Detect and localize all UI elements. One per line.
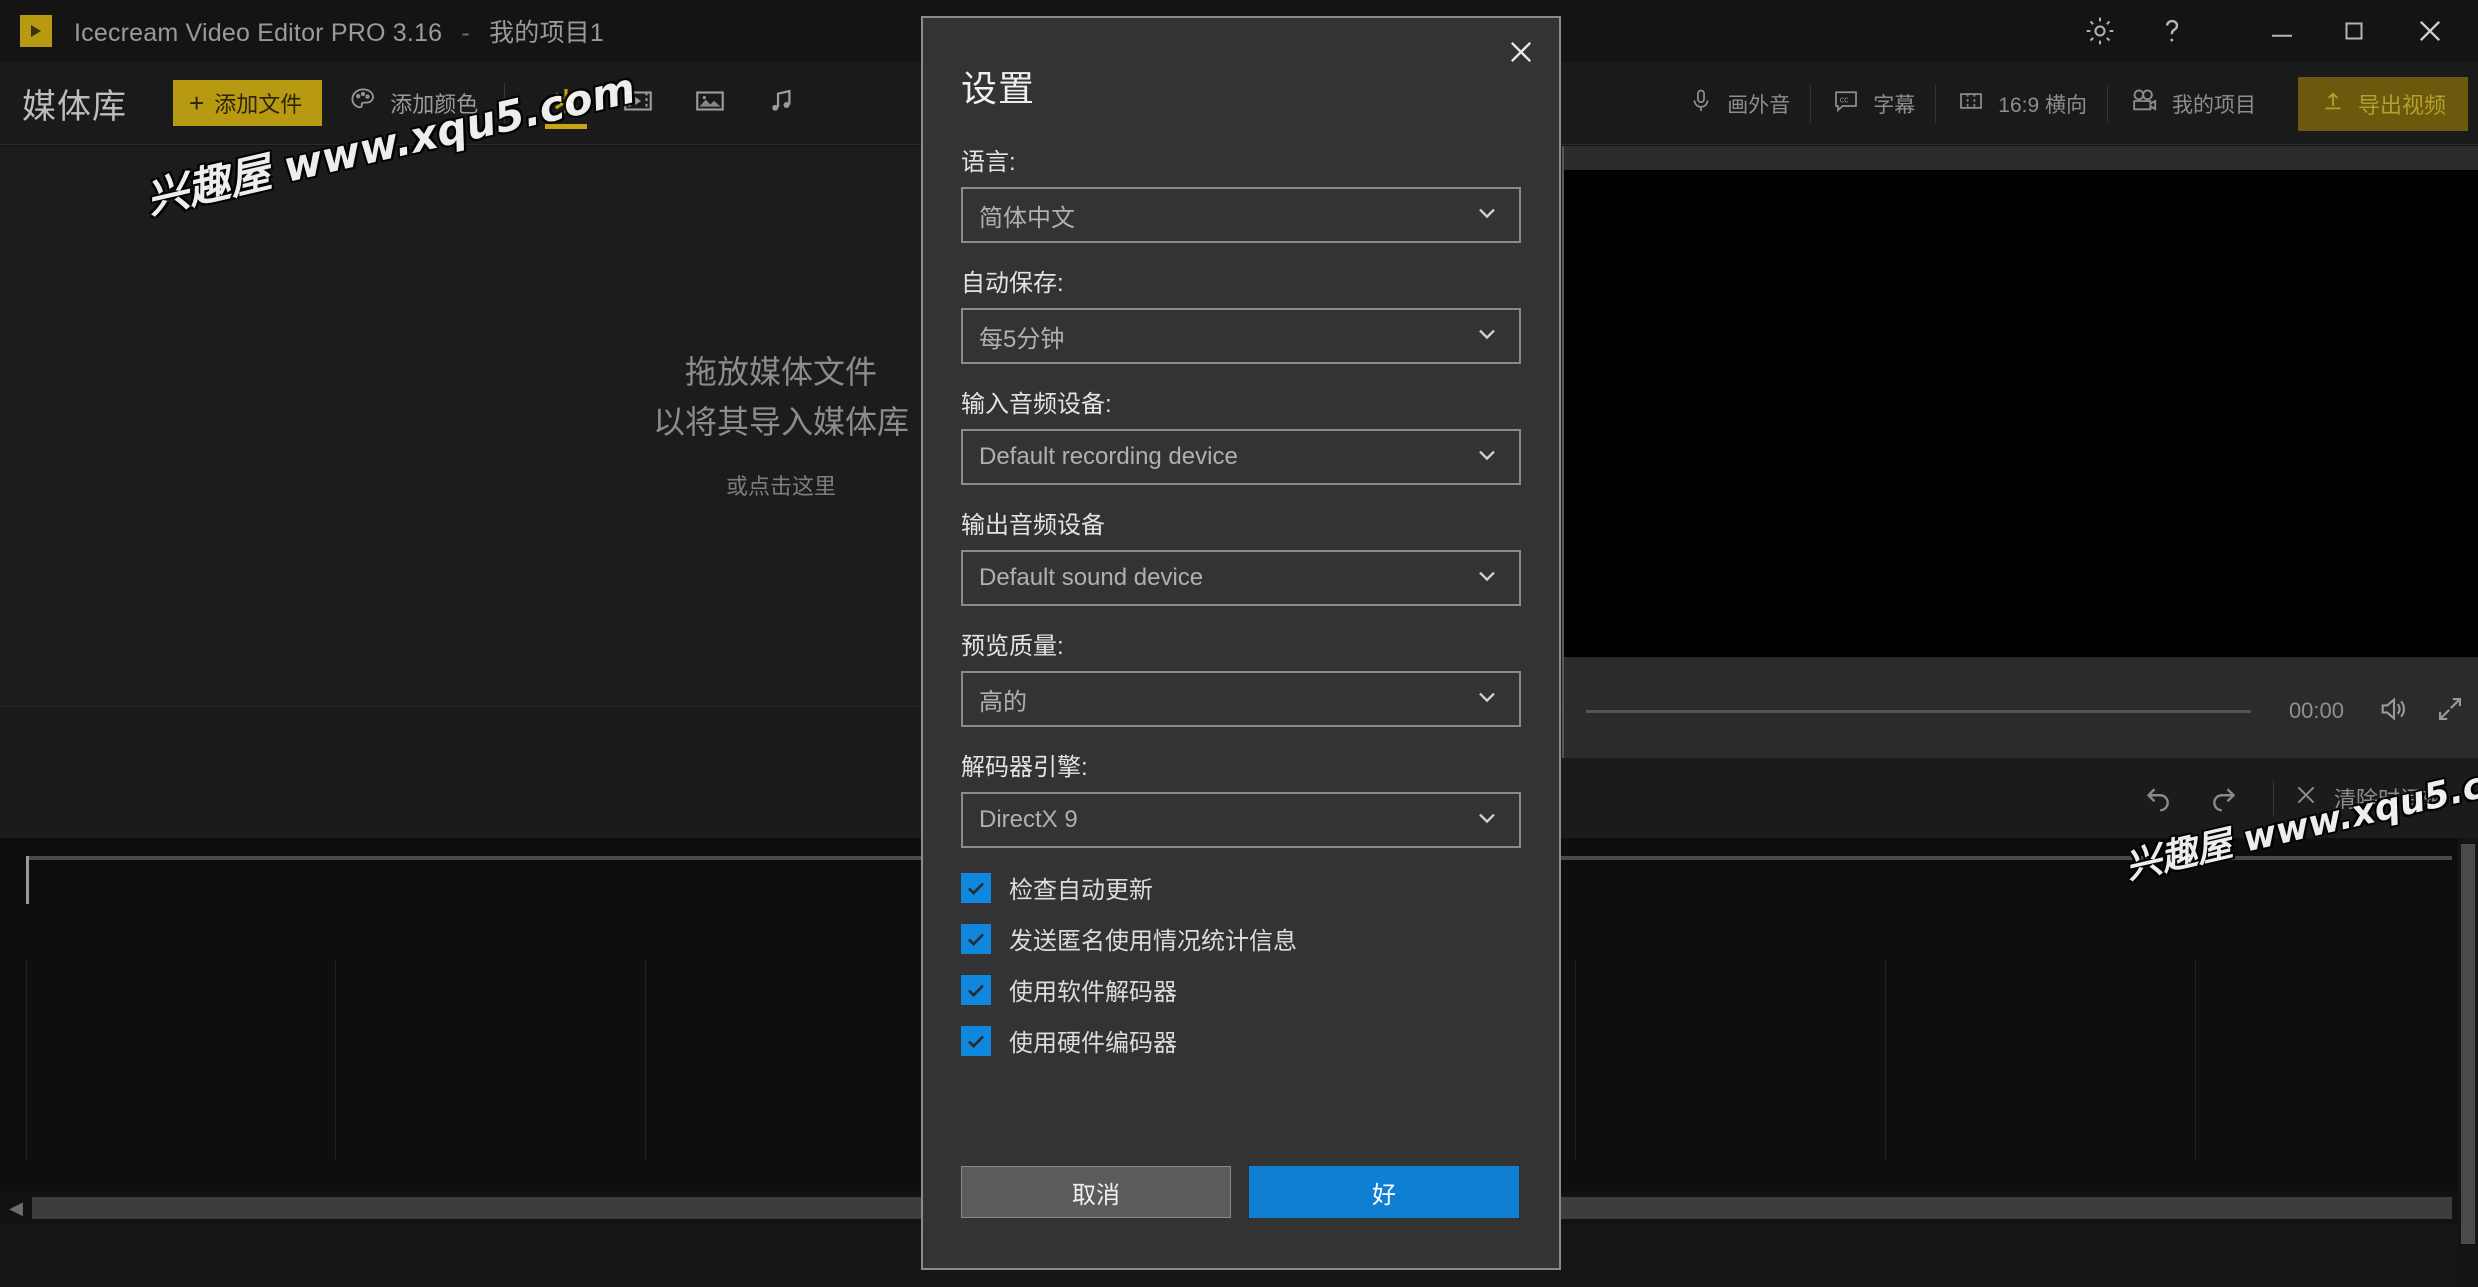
ok-button[interactable]: 好 <box>1249 1166 1519 1218</box>
settings-dialog: 设置 语言: 简体中文 自动保存: 每5分钟 输入音频设备: Default r… <box>921 16 1561 1270</box>
field-decoder-engine: 解码器引擎: DirectX 9 <box>961 747 1521 848</box>
chevron-down-icon <box>1473 562 1501 595</box>
checkbox-label: 检查自动更新 <box>1009 877 1153 904</box>
checkbox-label: 使用软件解码器 <box>1009 979 1177 1006</box>
decoder-engine-value: DirectX 9 <box>979 806 1078 833</box>
language-select[interactable]: 简体中文 <box>961 187 1521 243</box>
preview-quality-value: 高的 <box>979 688 1027 716</box>
dialog-footer: 取消 好 <box>923 1166 1559 1268</box>
autosave-select[interactable]: 每5分钟 <box>961 308 1521 364</box>
checkmark-icon <box>961 974 991 1005</box>
checkbox-check-auto-updates[interactable]: 检查自动更新 <box>961 870 1521 905</box>
language-value: 简体中文 <box>979 204 1075 232</box>
checkmark-icon <box>961 872 991 903</box>
output-audio-device-select[interactable]: Default sound device <box>961 550 1521 606</box>
output-audio-device-label: 输出音频设备 <box>961 512 1105 539</box>
checkmark-icon <box>961 1025 991 1056</box>
checkbox-use-hardware-encoder[interactable]: 使用硬件编码器 <box>961 1023 1521 1058</box>
field-input-audio-device: 输入音频设备: Default recording device <box>961 384 1521 485</box>
input-audio-device-value: Default recording device <box>979 443 1238 470</box>
cancel-button[interactable]: 取消 <box>961 1166 1231 1218</box>
modal-overlay: 设置 语言: 简体中文 自动保存: 每5分钟 输入音频设备: Default r… <box>0 0 2478 1287</box>
field-preview-quality: 预览质量: 高的 <box>961 626 1521 727</box>
close-icon <box>1504 35 1538 74</box>
chevron-down-icon <box>1473 683 1501 716</box>
language-label: 语言: <box>961 149 1016 176</box>
decoder-engine-label: 解码器引擎: <box>961 754 1088 781</box>
preview-quality-select[interactable]: 高的 <box>961 671 1521 727</box>
autosave-label: 自动保存: <box>961 270 1064 297</box>
checkbox-use-software-decoder[interactable]: 使用软件解码器 <box>961 972 1521 1007</box>
field-autosave: 自动保存: 每5分钟 <box>961 263 1521 364</box>
checkbox-label: 发送匿名使用情况统计信息 <box>1009 928 1297 955</box>
output-audio-device-value: Default sound device <box>979 564 1204 591</box>
input-audio-device-select[interactable]: Default recording device <box>961 429 1521 485</box>
field-language: 语言: 简体中文 <box>961 142 1521 243</box>
application-window: Icecream Video Editor PRO 3.16 - 我的项目1 媒… <box>0 0 2478 1287</box>
preview-quality-label: 预览质量: <box>961 633 1064 660</box>
dialog-close-button[interactable] <box>1497 30 1545 78</box>
checkbox-send-anonymous-stats[interactable]: 发送匿名使用情况统计信息 <box>961 921 1521 956</box>
dialog-checkbox-group: 检查自动更新 发送匿名使用情况统计信息 使用软件解码器 使用硬件编码器 <box>961 870 1521 1058</box>
checkmark-icon <box>961 923 991 954</box>
chevron-down-icon <box>1473 441 1501 474</box>
dialog-title: 设置 <box>961 68 1036 109</box>
chevron-down-icon <box>1473 804 1501 837</box>
chevron-down-icon <box>1473 320 1501 353</box>
dialog-body: 语言: 简体中文 自动保存: 每5分钟 输入音频设备: Default reco… <box>923 112 1559 1074</box>
autosave-value: 每5分钟 <box>979 325 1065 353</box>
field-output-audio-device: 输出音频设备 Default sound device <box>961 505 1521 606</box>
decoder-engine-select[interactable]: DirectX 9 <box>961 792 1521 848</box>
chevron-down-icon <box>1473 199 1501 232</box>
checkbox-label: 使用硬件编码器 <box>1009 1030 1177 1057</box>
input-audio-device-label: 输入音频设备: <box>961 391 1112 418</box>
